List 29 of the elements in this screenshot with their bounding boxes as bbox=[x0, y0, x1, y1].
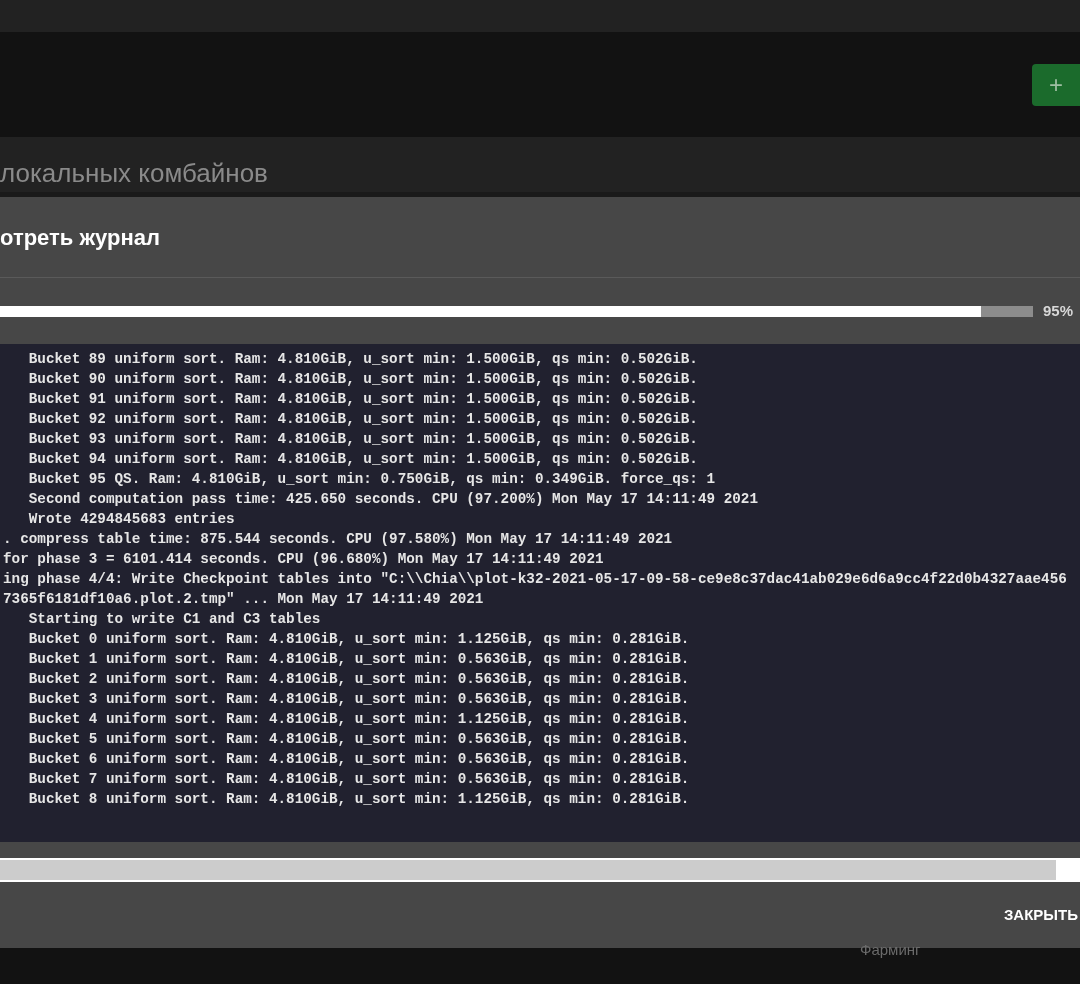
log-line: Bucket 94 uniform sort. Ram: 4.810GiB, u_sort min: 1.500GiB, qs min: 0.502GiB. bbox=[27, 450, 699, 469]
log-line: Bucket 5 uniform sort. Ram: 4.810GiB, u_sort min: 0.563GiB, qs min: 0.281GiB. bbox=[27, 730, 691, 749]
dialog-title: отреть журнал bbox=[0, 223, 160, 252]
nav-label: Фарминг bbox=[860, 942, 922, 957]
log-line: ing phase 4/4: Write Checkpoint tables into "C:\\Chia\\plot-k32-2021-05-17-09-58-ce9e8c37dac41ab029e6d6a9cc4f22d0b4327aae456 bbox=[3, 570, 1068, 589]
log-line: Bucket 1 uniform sort. Ram: 4.810GiB, u_sort min: 0.563GiB, qs min: 0.281GiB. bbox=[27, 650, 691, 669]
log-line: Bucket 0 uniform sort. Ram: 4.810GiB, u_sort min: 1.125GiB, qs min: 0.281GiB. bbox=[27, 630, 691, 649]
log-line: Bucket 8 uniform sort. Ram: 4.810GiB, u_sort min: 1.125GiB, qs min: 0.281GiB. bbox=[27, 790, 691, 809]
log-line: Bucket 3 uniform sort. Ram: 4.810GiB, u_sort min: 0.563GiB, qs min: 0.281GiB. bbox=[27, 690, 691, 709]
progress-percent: 95% bbox=[1043, 300, 1074, 321]
log-line: Wrote 4294845683 entries bbox=[27, 510, 236, 529]
log-line: Bucket 6 uniform sort. Ram: 4.810GiB, u_sort min: 0.563GiB, qs min: 0.281GiB. bbox=[27, 750, 691, 769]
section-title: локальных комбайнов bbox=[0, 160, 268, 186]
log-line: Bucket 92 uniform sort. Ram: 4.810GiB, u_sort min: 1.500GiB, qs min: 0.502GiB. bbox=[27, 410, 699, 429]
log-line: 7365f6181df10a6.plot.2.tmp" ... Mon May 17 14:11:49 2021 bbox=[3, 590, 485, 609]
log-line: Bucket 95 QS. Ram: 4.810GiB, u_sort min: 0.750GiB, qs min: 0.349GiB. force_qs: 1 bbox=[27, 470, 717, 489]
log-line: Starting to write C1 and C3 tables bbox=[27, 610, 322, 629]
log-line: Bucket 90 uniform sort. Ram: 4.810GiB, u_sort min: 1.500GiB, qs min: 0.502GiB. bbox=[27, 370, 699, 389]
log-line: for phase 3 = 6101.414 seconds. CPU (96.680%) Mon May 17 14:11:49 2021 bbox=[3, 550, 605, 569]
log-line: Bucket 7 uniform sort. Ram: 4.810GiB, u_sort min: 0.563GiB, qs min: 0.281GiB. bbox=[27, 770, 691, 789]
log-line: Bucket 93 uniform sort. Ram: 4.810GiB, u_sort min: 1.500GiB, qs min: 0.502GiB. bbox=[27, 430, 699, 449]
log-line: Bucket 4 uniform sort. Ram: 4.810GiB, u_sort min: 1.125GiB, qs min: 0.281GiB. bbox=[27, 710, 691, 729]
scrollbar[interactable] bbox=[0, 858, 1080, 882]
log-line: . compress table time: 875.544 seconds. CPU (97.580%) Mon May 17 14:11:49 2021 bbox=[3, 530, 674, 549]
log-line: Bucket 2 uniform sort. Ram: 4.810GiB, u_sort min: 0.563GiB, qs min: 0.281GiB. bbox=[27, 670, 691, 689]
close-button[interactable]: ЗАКРЫТЬ bbox=[1003, 903, 1080, 927]
log-line: Bucket 89 uniform sort. Ram: 4.810GiB, u_sort min: 1.500GiB, qs min: 0.502GiB. bbox=[27, 350, 699, 369]
log-line: Second computation pass time: 425.650 seconds. CPU (97.200%) Mon May 17 14:11:49 2021 bbox=[27, 490, 759, 509]
log-line: Bucket 91 uniform sort. Ram: 4.810GiB, u_sort min: 1.500GiB, qs min: 0.502GiB. bbox=[27, 390, 699, 409]
